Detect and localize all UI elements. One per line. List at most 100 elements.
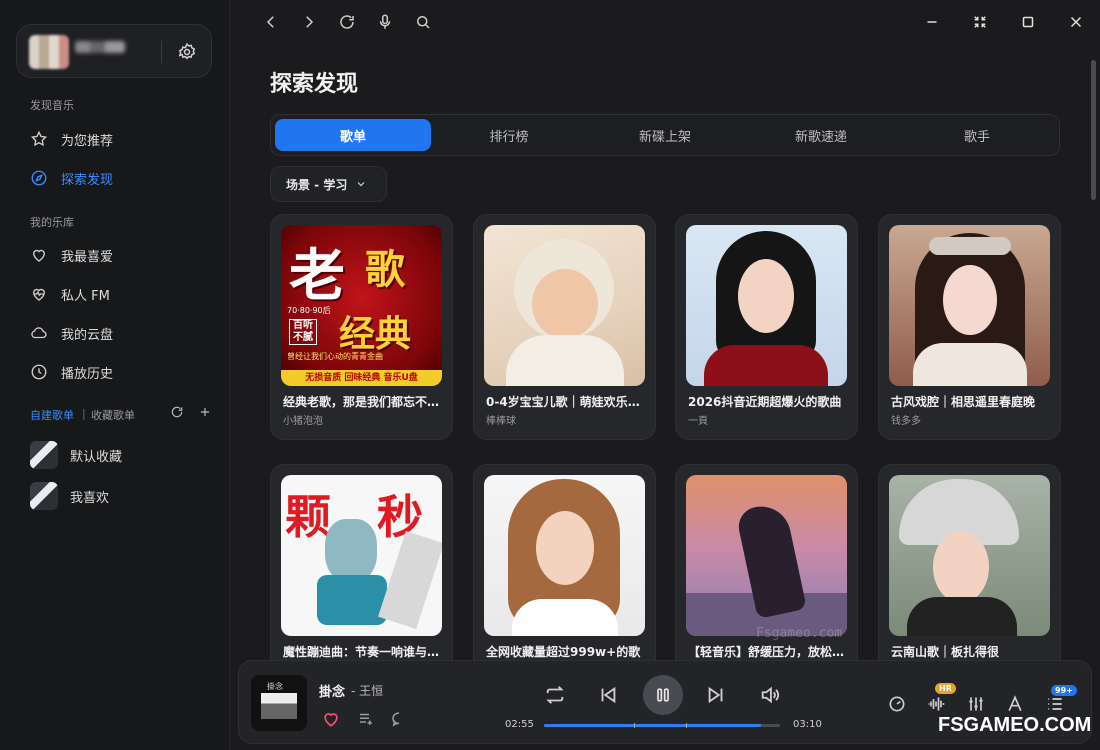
speed-button[interactable] [887,694,907,714]
playlist-card[interactable]: 云南山歌｜板扎得很 [878,464,1061,690]
top-bar [230,0,1100,46]
playlist-cover [889,475,1050,636]
heart-icon [33,249,45,262]
sidebar-item-cloud[interactable]: 我的云盘 [18,316,214,350]
volume-button[interactable] [759,684,781,706]
cover-text: 掛念 [267,682,283,691]
avatar[interactable] [29,35,69,69]
playlist-card[interactable]: 老 歌 70·80·90后 百听不腻 经典 曾经让我们心动的青青金曲 无损音质 … [270,214,453,440]
playlist-card[interactable]: 全网收藏量超过999w+的歌 [473,464,656,690]
gear-icon[interactable] [177,42,197,62]
category-tabs: 歌单 排行榜 新碟上架 新歌速递 歌手 [270,114,1060,156]
playlist-card[interactable]: 2026抖音近期超爆火的歌曲 一頁 [675,214,858,440]
font-icon [1008,695,1022,712]
next-track-button[interactable] [705,684,727,706]
cloud-icon [31,327,47,339]
maximize-icon [1022,16,1034,28]
scrollbar-thumb[interactable] [1091,60,1096,200]
sidebar-item-label: 我的云盘 [61,327,114,343]
tab-new-songs[interactable]: 新歌速递 [743,119,899,151]
lyrics-button[interactable] [1005,694,1025,714]
playlist-label: 默认收藏 [70,449,123,465]
tab-artists[interactable]: 歌手 [899,119,1055,151]
playlist-item-liked[interactable]: 我喜欢 [30,481,109,511]
progress-marker [634,723,635,728]
playlist-cover: 颗 秒 [281,475,442,636]
playlist-card[interactable]: 颗 秒 魔性蹦迪曲：节奏一响谁与争锋 [270,464,453,690]
progress-fill [544,724,762,727]
playlist-cover [484,225,645,386]
sidebar-item-favorites[interactable]: 我最喜爱 [18,238,214,272]
voice-search-button[interactable] [376,13,396,33]
progress-marker [686,723,687,728]
tab-new-albums[interactable]: 新碟上架 [587,119,743,151]
playlist-item-default[interactable]: 默认收藏 [30,440,122,470]
sound-quality-button[interactable] [925,694,947,714]
refresh-icon[interactable] [170,405,184,419]
playlist-title: 魔性蹦迪曲：节奏一响谁与争锋 [283,645,443,659]
current-time: 02:55 [505,719,534,730]
plus-icon[interactable] [198,405,212,419]
playlist-card[interactable]: 【轻音乐】舒缓压力，放松心情 [675,464,858,690]
playlist-cover: 老 歌 70·80·90后 百听不腻 经典 曾经让我们心动的青青金曲 无损音质 … [281,225,442,386]
chevron-left-icon [266,16,274,28]
playlist-card[interactable]: 0-4岁宝宝儿歌｜萌娃欢乐时光 棒棒球 [473,214,656,440]
page-title: 探索发现 [270,72,359,97]
sidebar-item-label: 我最喜爱 [61,249,114,265]
comment-button[interactable] [390,710,408,728]
playlist-title: 经典老歌，那是我们都忘不了的旋律 [283,395,443,409]
equalizer-button[interactable] [966,694,986,714]
playlist-creator: 小猪泡泡 [283,416,323,427]
chevron-down-icon [357,182,365,187]
playlist-creator: 一頁 [688,416,708,427]
maximize-button[interactable] [1019,13,1039,33]
skip-forward-icon [708,686,723,704]
playlist-add-icon [360,713,372,725]
sidebar-item-private-fm[interactable]: 私人 FM [18,277,214,311]
waveform-icon [928,697,945,711]
playlist-creator: 钱多多 [891,416,921,427]
close-button[interactable] [1067,13,1087,33]
tab-collected-playlists[interactable]: 收藏歌单 [91,407,135,423]
music-app-window: 发现音乐 为您推荐 探索发现 我的乐库 我最喜爱 私人 FM 我的云盘 播放历史… [0,0,1100,750]
search-button[interactable] [414,13,434,33]
song-title[interactable]: 掛念 [319,681,345,700]
sidebar-item-explore[interactable]: 探索发现 [18,161,214,195]
heart-pulse-icon [33,288,45,301]
playlist-creator: 棒棒球 [486,416,516,427]
divider [161,41,162,63]
tab-created-playlists[interactable]: 自建歌单 [30,407,74,423]
now-playing-cover[interactable]: 掛念 [251,675,307,731]
forward-button[interactable] [300,13,320,33]
previous-track-button[interactable] [597,684,619,706]
song-artist[interactable]: - 王恒 [351,682,383,699]
add-to-playlist-button[interactable] [357,710,375,728]
refresh-button[interactable] [338,13,358,33]
cover-text: 70·80·90后 [287,306,331,315]
mini-mode-button[interactable] [971,13,991,33]
list-icon [1048,698,1062,710]
star-icon [30,130,48,147]
sidebar-item-recommend[interactable]: 为您推荐 [18,122,214,156]
tab-charts[interactable]: 排行榜 [431,119,587,151]
minimize-button[interactable] [923,13,943,33]
play-queue-button[interactable] [1045,694,1065,714]
repeat-icon [546,686,564,704]
playlist-card[interactable]: 古风戏腔｜相思遥里春庭晚 钱多多 [878,214,1061,440]
sidebar-item-history[interactable]: 播放历史 [18,355,214,389]
filter-label: 场景 - 学习 [286,177,348,192]
cover-text: 曾经让我们心动的青青金曲 [287,352,383,361]
pause-button[interactable] [643,675,683,715]
refresh-icon [340,15,354,29]
search-icon [417,16,430,29]
total-time: 03:10 [793,719,822,730]
user-card[interactable] [16,24,212,78]
like-button[interactable] [321,709,341,729]
repeat-mode-button[interactable] [544,684,566,706]
scene-filter-dropdown[interactable]: 场景 - 学习 [270,166,387,202]
tab-playlists[interactable]: 歌单 [275,119,431,151]
close-icon [1070,16,1082,28]
cover-text: 歌 [365,246,405,293]
progress-bar[interactable] [544,723,780,728]
back-button[interactable] [262,13,282,33]
